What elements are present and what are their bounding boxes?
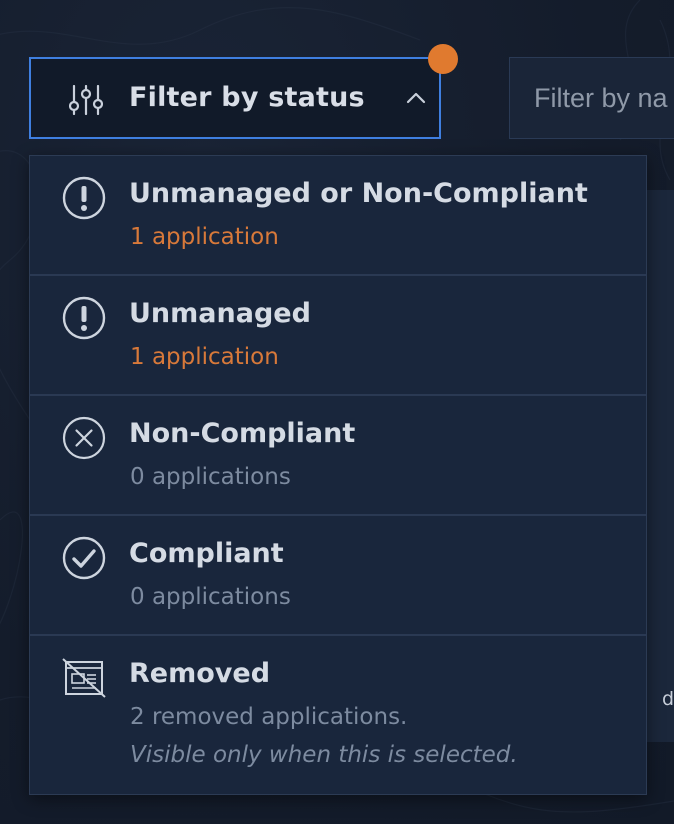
menu-item-count: 1 application bbox=[130, 344, 279, 370]
menu-item-unmanaged[interactable]: Unmanaged 1 application bbox=[30, 276, 646, 396]
menu-item-compliant[interactable]: Compliant 0 applications bbox=[30, 516, 646, 636]
filter-button-label: Filter by status bbox=[129, 82, 365, 113]
app-canvas: d Filter by status Filter by na Unmanage… bbox=[0, 0, 674, 824]
filter-by-status-button[interactable]: Filter by status bbox=[29, 57, 441, 139]
x-circle-icon bbox=[62, 416, 106, 460]
menu-item-count: 0 applications bbox=[130, 584, 291, 610]
status-filter-menu: Unmanaged or Non-Compliant 1 application… bbox=[29, 155, 647, 795]
background-partial-text: d bbox=[662, 688, 674, 710]
menu-item-count: 0 applications bbox=[130, 464, 291, 490]
chevron-up-icon bbox=[406, 92, 426, 104]
check-circle-icon bbox=[62, 536, 106, 580]
exclamation-circle-icon bbox=[62, 176, 106, 220]
menu-item-non-compliant[interactable]: Non-Compliant 0 applications bbox=[30, 396, 646, 516]
menu-item-unmanaged-or-non-compliant[interactable]: Unmanaged or Non-Compliant 1 application bbox=[30, 156, 646, 276]
menu-item-title: Non-Compliant bbox=[129, 418, 356, 449]
active-filter-badge bbox=[428, 44, 458, 74]
menu-item-count: 1 application bbox=[130, 224, 279, 250]
menu-item-title: Unmanaged or Non-Compliant bbox=[129, 178, 588, 209]
menu-item-title: Removed bbox=[129, 658, 271, 689]
menu-item-count: 2 removed applications. bbox=[130, 704, 408, 730]
menu-item-removed[interactable]: Removed 2 removed applications. Visible … bbox=[30, 636, 646, 794]
removed-window-icon bbox=[62, 658, 106, 698]
sliders-icon bbox=[69, 85, 103, 115]
exclamation-circle-icon bbox=[62, 296, 106, 340]
menu-item-title: Unmanaged bbox=[129, 298, 311, 329]
menu-item-note: Visible only when this is selected. bbox=[130, 742, 518, 768]
menu-item-title: Compliant bbox=[129, 538, 284, 569]
filter-by-name-input[interactable] bbox=[509, 57, 674, 139]
